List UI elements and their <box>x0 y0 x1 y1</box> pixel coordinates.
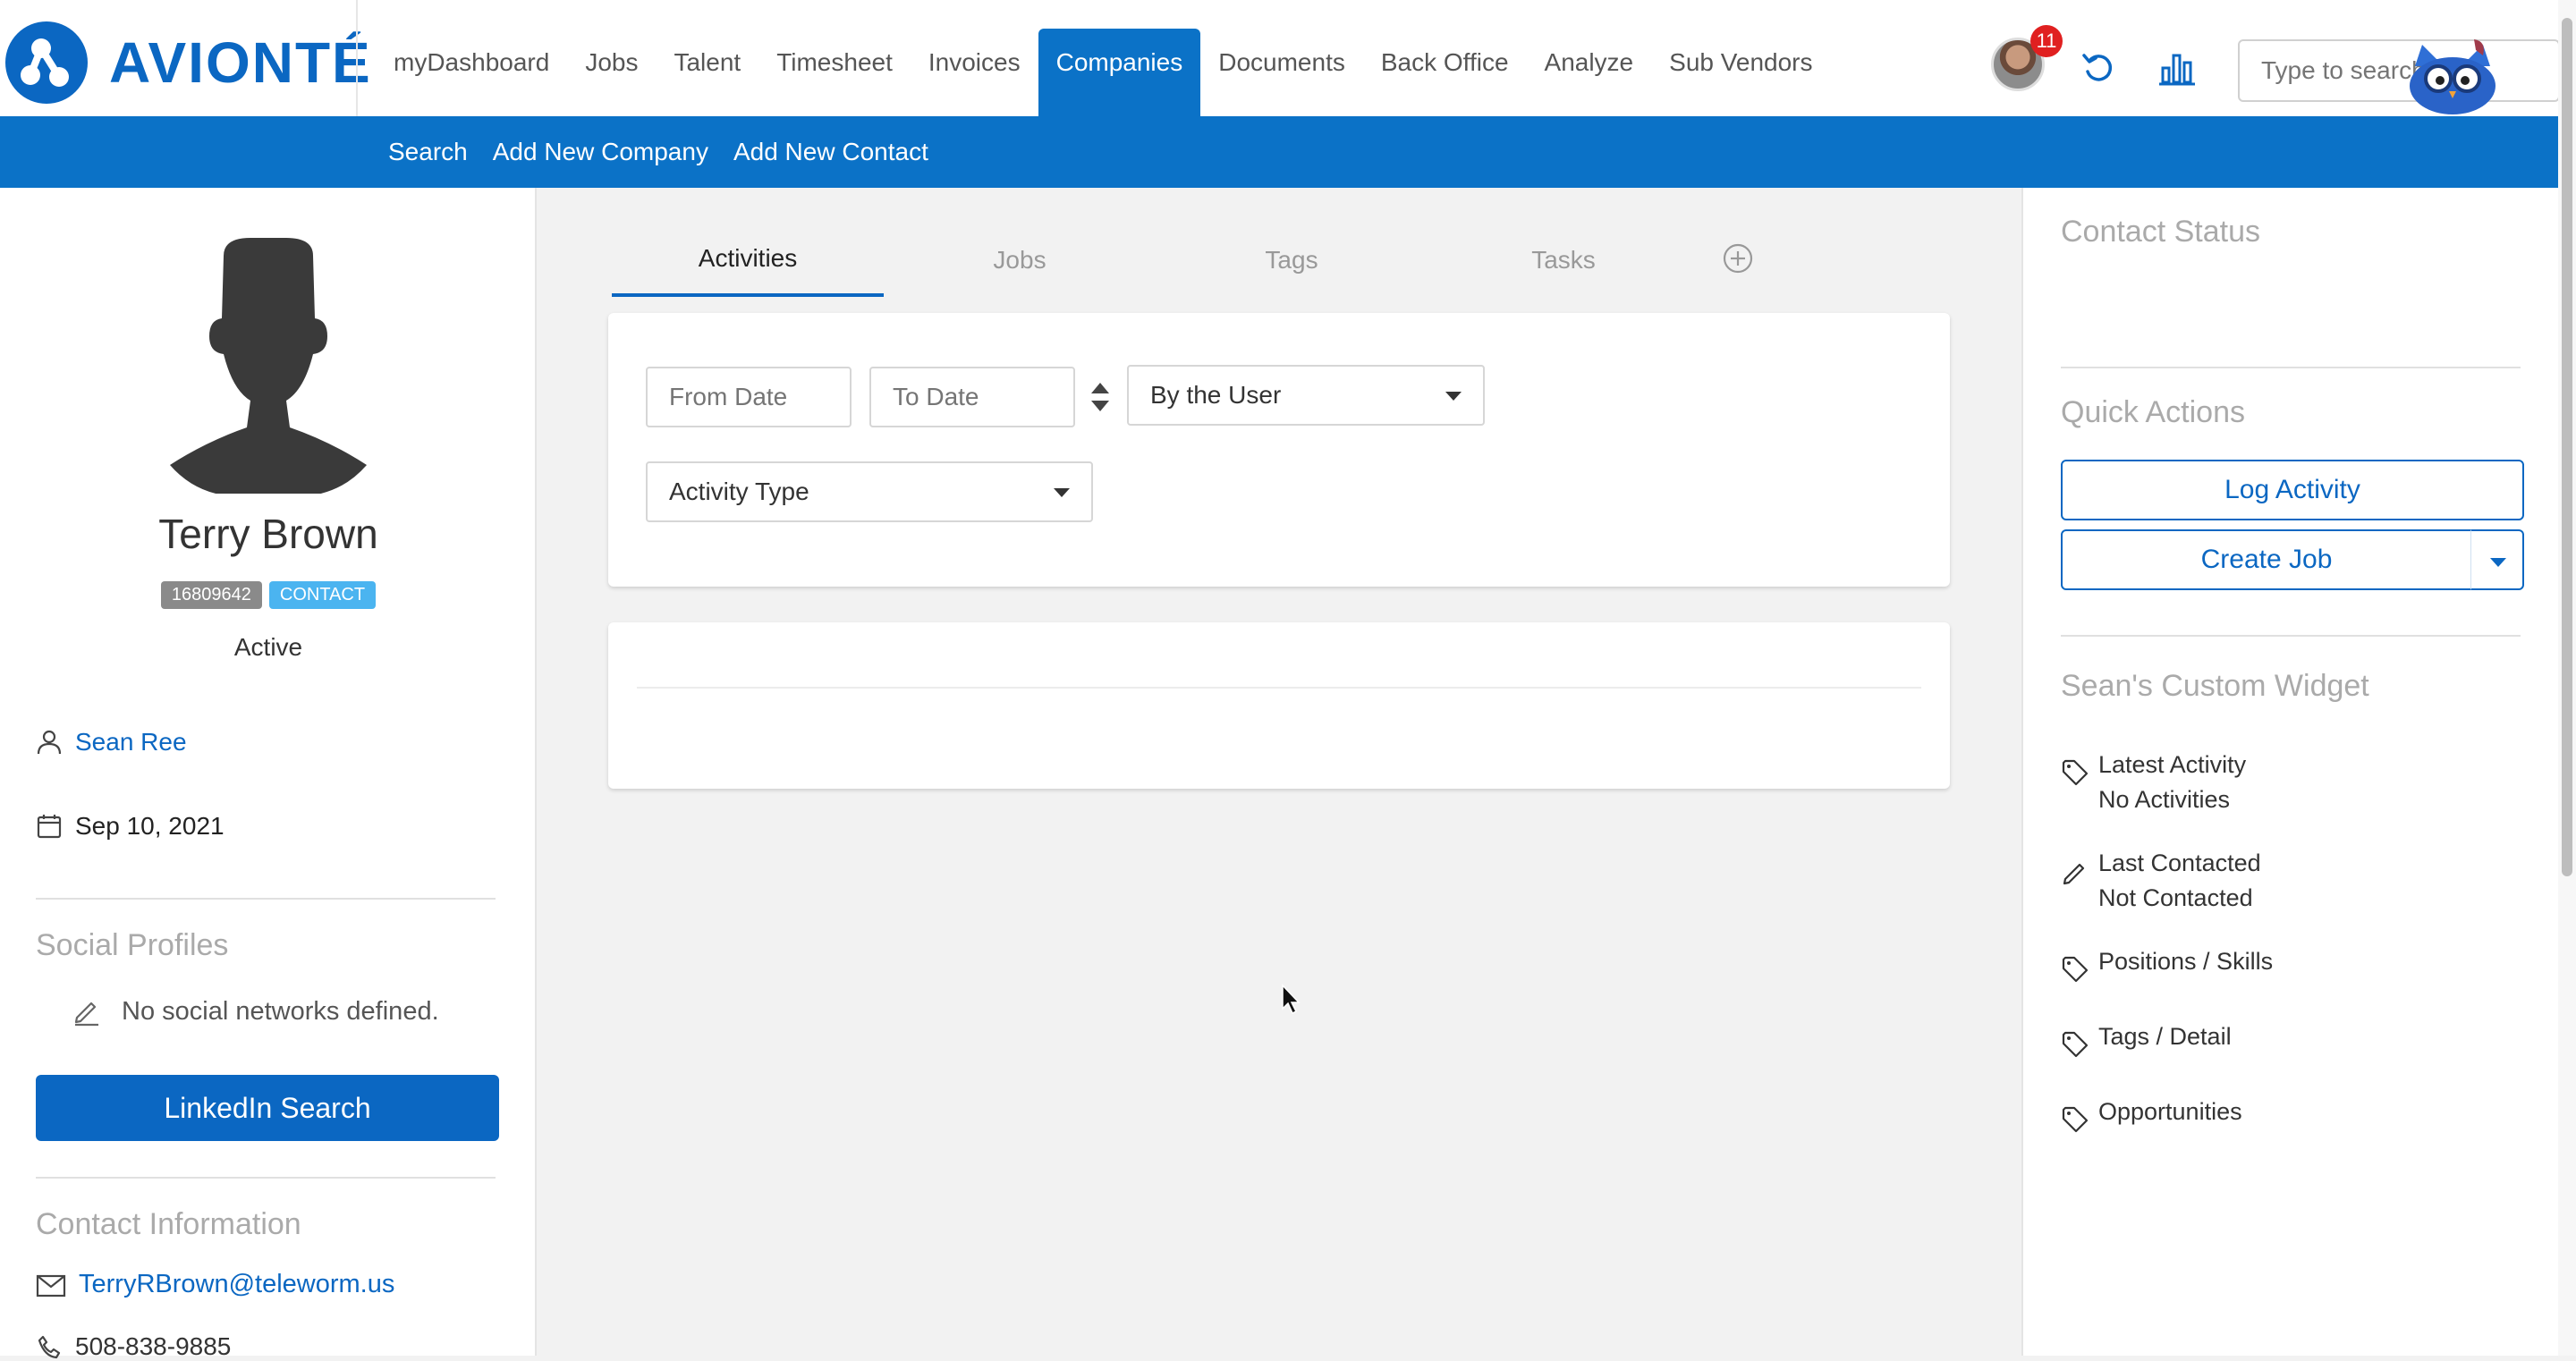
edit-pencil-icon[interactable] <box>72 996 102 1027</box>
activity-list-divider <box>637 687 1921 689</box>
activity-type-select[interactable]: Activity Type <box>646 461 1093 522</box>
tag-icon <box>2062 759 2089 786</box>
last-contacted-value: Not Contacted <box>2098 884 2253 911</box>
opportunities-label: Opportunities <box>2098 1098 2242 1125</box>
widget-last-contacted: Last Contacted Not Contacted <box>2061 850 2261 912</box>
analytics-chart-icon[interactable] <box>2159 50 2195 86</box>
social-profiles-title: Social Profiles <box>36 928 229 962</box>
owl-assistant-icon[interactable] <box>2397 39 2508 116</box>
notification-badge[interactable]: 11 <box>2030 25 2063 57</box>
nav-item-talent[interactable]: Talent <box>656 29 758 116</box>
linkedin-search-button[interactable]: LinkedIn Search <box>36 1075 499 1141</box>
to-date-input[interactable] <box>869 367 1075 427</box>
activity-list-card <box>608 622 1950 789</box>
mouse-cursor-icon <box>1282 984 1301 1015</box>
from-date-input[interactable] <box>646 367 852 427</box>
sort-toggle-icon[interactable] <box>1089 379 1111 415</box>
latest-activity-label: Latest Activity <box>2098 751 2247 778</box>
phone-row: 508-838-9885 <box>36 1332 231 1361</box>
tab-jobs[interactable]: Jobs <box>884 224 1156 297</box>
social-empty-row: No social networks defined. <box>72 996 439 1027</box>
nav-item-timesheet[interactable]: Timesheet <box>758 29 911 116</box>
subnav-add-new-contact[interactable]: Add New Contact <box>721 116 941 188</box>
subnav-search[interactable]: Search <box>376 116 480 188</box>
tag-icon <box>2062 956 2089 983</box>
logo-text: AVIONTÉ <box>109 30 372 95</box>
person-icon <box>37 730 62 755</box>
calendar-icon <box>37 815 62 839</box>
activity-type-value: Activity Type <box>669 478 809 505</box>
contact-status-title: Contact Status <box>2061 215 2261 249</box>
subnav-add-new-company[interactable]: Add New Company <box>480 116 721 188</box>
email-row: TerryRBrown@teleworm.us <box>36 1270 394 1299</box>
nav-item-documents[interactable]: Documents <box>1200 29 1363 116</box>
contact-type-badge: CONTACT <box>268 581 377 609</box>
contact-information-title: Contact Information <box>36 1207 301 1241</box>
create-job-button[interactable]: Create Job <box>2061 529 2472 590</box>
widget-opportunities[interactable]: Opportunities <box>2061 1098 2242 1134</box>
sub-nav: Search Add New Company Add New Contact <box>0 116 2558 188</box>
tags-detail-label: Tags / Detail <box>2098 1023 2232 1050</box>
avionte-logo-icon <box>5 21 88 104</box>
chevron-down-icon <box>1054 488 1070 497</box>
app-logo[interactable]: AVIONTÉ <box>5 21 372 104</box>
right-sidebar: Contact Status Quick Actions Log Activit… <box>2021 188 2558 1356</box>
activity-tabs: Activities Jobs Tags Tasks <box>612 224 1699 297</box>
contact-profile-panel: Terry Brown 16809642 CONTACT Active Sean… <box>0 188 537 1360</box>
contact-date: Sep 10, 2021 <box>75 812 225 840</box>
user-filter-select[interactable]: By the User <box>1127 365 1485 426</box>
tab-tags[interactable]: Tags <box>1156 224 1428 297</box>
right-divider-1 <box>2061 367 2521 368</box>
phone-icon <box>38 1335 61 1359</box>
add-tab-plus-icon[interactable] <box>1721 241 1755 275</box>
left-divider-1 <box>36 898 496 900</box>
left-divider-2 <box>36 1177 496 1179</box>
tab-tasks[interactable]: Tasks <box>1428 224 1699 297</box>
phone-number[interactable]: 508-838-9885 <box>75 1332 231 1361</box>
log-activity-button[interactable]: Log Activity <box>2061 460 2524 520</box>
latest-activity-value: No Activities <box>2098 786 2231 813</box>
pencil-icon <box>2063 863 2085 885</box>
last-contacted-label: Last Contacted <box>2098 850 2261 876</box>
owner-row: Sean Ree <box>36 728 187 757</box>
chevron-down-icon <box>1445 392 1462 401</box>
contact-badges: 16809642 CONTACT <box>0 581 537 609</box>
contact-name: Terry Brown <box>158 511 378 557</box>
widget-latest-activity: Latest Activity No Activities <box>2061 751 2246 814</box>
contact-id-badge: 16809642 <box>160 581 262 609</box>
profile-silhouette-icon <box>170 238 367 494</box>
page-scrollbar-thumb[interactable] <box>2562 18 2572 876</box>
nav-item-companies[interactable]: Companies <box>1038 29 1201 116</box>
tag-icon <box>2062 1106 2089 1133</box>
create-job-dropdown-toggle[interactable] <box>2470 529 2524 590</box>
date-row: Sep 10, 2021 <box>36 812 225 841</box>
positions-skills-label: Positions / Skills <box>2098 948 2274 975</box>
top-bar: AVIONTÉ myDashboard Jobs Talent Timeshee… <box>0 0 2576 116</box>
contact-status-text: Active <box>233 633 303 661</box>
right-divider-2 <box>2061 635 2521 637</box>
tag-icon <box>2062 1031 2089 1058</box>
owner-link[interactable]: Sean Ree <box>75 728 187 757</box>
mail-icon <box>36 1274 66 1297</box>
chevron-down-icon <box>2490 558 2506 567</box>
nav-item-analyze[interactable]: Analyze <box>1527 29 1652 116</box>
activity-filter-card: By the User Activity Type <box>608 313 1950 587</box>
nav-item-back-office[interactable]: Back Office <box>1363 29 1527 116</box>
user-filter-value: By the User <box>1150 381 1282 409</box>
email-link[interactable]: TerryRBrown@teleworm.us <box>79 1270 394 1299</box>
quick-actions-title: Quick Actions <box>2061 395 2245 429</box>
nav-item-mydashboard[interactable]: myDashboard <box>376 29 567 116</box>
main-nav: myDashboard Jobs Talent Timesheet Invoic… <box>376 29 1830 116</box>
widget-tags-detail[interactable]: Tags / Detail <box>2061 1023 2232 1059</box>
widget-positions-skills[interactable]: Positions / Skills <box>2061 948 2273 984</box>
social-empty-text: No social networks defined. <box>122 996 439 1026</box>
nav-item-jobs[interactable]: Jobs <box>567 29 656 116</box>
refresh-icon[interactable] <box>2080 50 2116 86</box>
nav-item-sub-vendors[interactable]: Sub Vendors <box>1651 29 1830 116</box>
custom-widget-title: Sean's Custom Widget <box>2061 669 2369 703</box>
tab-activities[interactable]: Activities <box>612 224 884 297</box>
logo-divider <box>356 0 358 116</box>
nav-item-invoices[interactable]: Invoices <box>911 29 1038 116</box>
